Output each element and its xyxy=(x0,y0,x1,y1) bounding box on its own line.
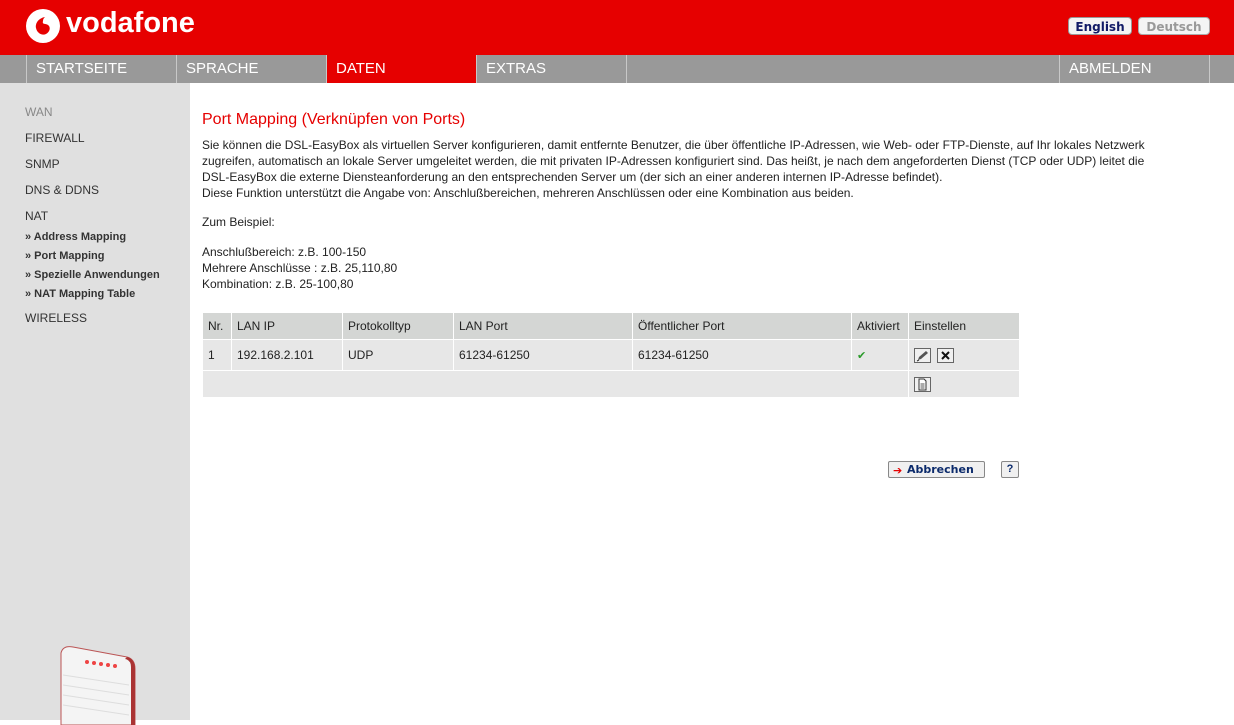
example-range: Anschlußbereich: z.B. 100-150 xyxy=(202,245,367,259)
sidebar-item-wireless[interactable]: WIRELESS xyxy=(25,311,87,325)
edit-icon[interactable] xyxy=(914,347,931,363)
sidebar: WAN FIREWALL SNMP DNS & DDNS NAT » Addre… xyxy=(0,83,190,725)
column-header-oeffentlicher-port: Öffentlicher Port xyxy=(632,312,852,340)
cell-add xyxy=(908,370,1020,398)
sidebar-item-snmp[interactable]: SNMP xyxy=(25,157,60,171)
help-button[interactable]: ? xyxy=(1001,461,1019,478)
port-mapping-table: Nr. LAN IP Protokolltyp LAN Port Öffentl… xyxy=(202,312,1020,398)
sidebar-item-firewall[interactable]: FIREWALL xyxy=(25,131,85,145)
column-header-lan-ip: LAN IP xyxy=(231,312,343,340)
column-header-einstellen: Einstellen xyxy=(908,312,1020,340)
cell-protocol: UDP xyxy=(342,339,454,371)
new-entry-icon[interactable] xyxy=(914,376,931,392)
nav-extras[interactable]: EXTRAS xyxy=(476,55,626,83)
sidebar-item-nat[interactable]: NAT xyxy=(25,209,48,223)
cell-lan-port: 61234-61250 xyxy=(453,339,633,371)
sidebar-subitem-nat-mapping-table[interactable]: » NAT Mapping Table xyxy=(25,288,135,300)
example-label: Zum Beispiel: xyxy=(202,215,275,229)
main-nav: STARTSEITE SPRACHE DATEN EXTRAS ABMELDEN xyxy=(0,55,1234,83)
sidebar-subitem-spezielle-anwendungen[interactable]: » Spezielle Anwendungen xyxy=(25,269,160,281)
sidebar-subitem-port-mapping[interactable]: » Port Mapping xyxy=(25,250,104,262)
intro-line-2: zugreifen, automatisch an lokale Server … xyxy=(202,154,1145,168)
easybox-device-image xyxy=(60,646,136,725)
nav-abmelden[interactable]: ABMELDEN xyxy=(1059,55,1209,83)
intro-line-4: Diese Funktion unterstützt die Angabe vo… xyxy=(202,186,854,200)
cell-nr: 1 xyxy=(202,339,232,371)
vodafone-logo-icon xyxy=(26,9,60,43)
arrow-right-icon: ➔ xyxy=(893,464,903,477)
nav-divider xyxy=(1209,55,1210,83)
cell-public-port: 61234-61250 xyxy=(632,339,852,371)
cancel-button-label: Abbrechen xyxy=(907,463,974,476)
add-row-spacer xyxy=(202,370,909,398)
sidebar-subitem-address-mapping[interactable]: » Address Mapping xyxy=(25,231,126,243)
example-multiple: Mehrere Anschlüsse : z.B. 25,110,80 xyxy=(202,261,398,275)
sidebar-item-dns-ddns[interactable]: DNS & DDNS xyxy=(25,183,99,197)
vodafone-logo[interactable]: vodafone xyxy=(26,7,216,45)
intro-line-3: DSL-EasyBox die externe Diensteanforderu… xyxy=(202,170,943,184)
nav-sprache[interactable]: SPRACHE xyxy=(176,55,326,83)
column-header-protokolltyp: Protokolltyp xyxy=(342,312,454,340)
language-deutsch-button[interactable]: Deutsch xyxy=(1138,17,1210,35)
sidebar-item-wan[interactable]: WAN xyxy=(25,105,53,119)
cell-enabled: ✔ xyxy=(851,339,909,371)
header-bar: vodafone English Deutsch xyxy=(0,0,1234,55)
cancel-button[interactable]: ➔ Abbrechen xyxy=(888,461,985,478)
cell-lan-ip: 192.168.2.101 xyxy=(231,339,343,371)
table-row: 1 192.168.2.101 UDP 61234-61250 61234-61… xyxy=(202,339,1020,371)
table-header-row: Nr. LAN IP Protokolltyp LAN Port Öffentl… xyxy=(202,312,1020,340)
cell-actions xyxy=(908,339,1020,371)
table-add-row xyxy=(202,370,1020,398)
nav-startseite[interactable]: STARTSEITE xyxy=(26,55,176,83)
brand-name: vodafone xyxy=(66,7,195,39)
delete-icon[interactable] xyxy=(937,347,954,363)
intro-line-1: Sie können die DSL-EasyBox als virtuelle… xyxy=(202,138,1145,152)
page-title: Port Mapping (Verknüpfen von Ports) xyxy=(202,111,466,128)
column-header-aktiviert: Aktiviert xyxy=(851,312,909,340)
nav-daten[interactable]: DATEN xyxy=(326,55,476,83)
column-header-nr: Nr. xyxy=(202,312,232,340)
language-english-button[interactable]: English xyxy=(1068,17,1132,35)
nav-spacer xyxy=(626,55,1059,83)
example-combination: Kombination: z.B. 25-100,80 xyxy=(202,277,354,291)
checkmark-icon: ✔ xyxy=(857,350,867,362)
column-header-lan-port: LAN Port xyxy=(453,312,633,340)
